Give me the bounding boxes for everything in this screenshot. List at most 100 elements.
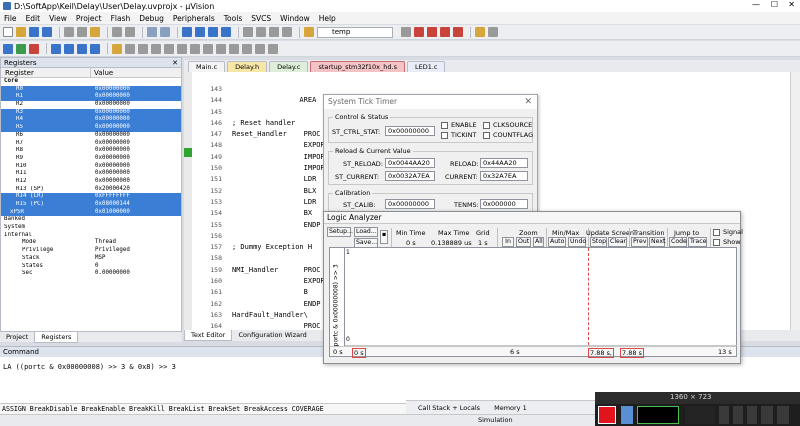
- register-value[interactable]: 0x00000000: [91, 116, 181, 124]
- register-value[interactable]: [91, 78, 181, 86]
- code-button[interactable]: Code: [669, 237, 687, 247]
- pen-icon[interactable]: [761, 406, 773, 424]
- stop-button[interactable]: Stop: [590, 237, 607, 247]
- menu-tools[interactable]: Tools: [224, 14, 242, 23]
- tab-registers[interactable]: Registers: [34, 331, 79, 343]
- menu-flash[interactable]: Flash: [111, 14, 131, 23]
- register-row[interactable]: R14 (LR) 0xFFFFFFFF: [1, 193, 181, 201]
- register-row[interactable]: R2 0x00000000: [1, 101, 181, 109]
- run-icon[interactable]: [16, 43, 26, 54]
- menu-peripherals[interactable]: Peripherals: [173, 14, 215, 23]
- current-input[interactable]: 0x32A7EA: [480, 171, 528, 181]
- register-value[interactable]: 0x00000000: [91, 147, 181, 155]
- register-row[interactable]: Privilege Privileged: [1, 247, 181, 255]
- trace-icon[interactable]: [242, 43, 252, 54]
- register-value[interactable]: 0.00000000: [91, 270, 181, 278]
- tab-project[interactable]: Project: [0, 332, 34, 343]
- register-value[interactable]: 0x00000000: [91, 93, 181, 101]
- callstack-icon[interactable]: [177, 43, 187, 54]
- register-value[interactable]: 0xFFFFFFFF: [91, 193, 181, 201]
- open-icon[interactable]: [16, 27, 26, 37]
- bookmark-prev-icon[interactable]: [195, 27, 205, 37]
- register-value[interactable]: 0x00000000: [91, 101, 181, 109]
- toolbox-icon[interactable]: [268, 43, 278, 54]
- register-row[interactable]: xPSR 0x01000000: [1, 208, 181, 217]
- tab-callstack[interactable]: Call Stack + Locals: [406, 404, 480, 412]
- breakpoint-kill-icon[interactable]: [453, 27, 463, 37]
- disassembly-icon[interactable]: [138, 43, 148, 54]
- register-row[interactable]: R13 (SP) 0x20000420: [1, 186, 181, 194]
- register-row[interactable]: R6 0x00000000: [1, 132, 181, 140]
- tab-text-editor[interactable]: Text Editor: [184, 330, 233, 341]
- tickint-checkbox[interactable]: [441, 132, 448, 139]
- register-value[interactable]: [91, 216, 181, 224]
- editor-scrollbar[interactable]: [790, 72, 800, 330]
- register-value[interactable]: MSP: [91, 255, 181, 263]
- find-icon[interactable]: [401, 27, 411, 37]
- st-current-input[interactable]: 0x0032A7EA: [385, 171, 435, 181]
- st-reload-input[interactable]: 0x0044AA20: [385, 158, 435, 168]
- register-row[interactable]: R4 0x00000000: [1, 116, 181, 125]
- settings-icon[interactable]: [777, 406, 789, 424]
- register-row[interactable]: R5 0x00000000: [1, 124, 181, 132]
- run-to-cursor-icon[interactable]: [90, 43, 100, 54]
- auto-button[interactable]: Auto: [548, 237, 566, 247]
- register-value[interactable]: 0x00000000: [91, 132, 181, 140]
- next-button[interactable]: Next: [649, 237, 665, 247]
- register-value[interactable]: 0x00000000: [91, 140, 181, 148]
- countflag-checkbox[interactable]: [483, 132, 490, 139]
- register-value[interactable]: 0: [91, 263, 181, 271]
- nav-forward-icon[interactable]: [160, 27, 170, 37]
- register-value[interactable]: 0x00000000: [91, 178, 181, 186]
- register-row[interactable]: Internal: [1, 232, 181, 240]
- zoom-in-button[interactable]: In: [502, 237, 514, 247]
- breakpoint-disable-icon[interactable]: [440, 27, 450, 37]
- register-row[interactable]: R3 0x00000000: [1, 108, 181, 117]
- register-row[interactable]: R0 0x00000000: [1, 85, 181, 94]
- register-row[interactable]: Sec 0.00000000: [1, 270, 181, 278]
- prev-button[interactable]: Prev: [631, 237, 648, 247]
- show-next-statement-icon[interactable]: [112, 43, 122, 54]
- analysis-icon[interactable]: [229, 43, 239, 54]
- tab-delay-c[interactable]: Delay.c: [269, 61, 309, 72]
- register-row[interactable]: R7 0x00000000: [1, 140, 181, 148]
- symbols-icon[interactable]: [151, 43, 161, 54]
- maximize-icon[interactable]: ☐: [771, 0, 778, 9]
- tab-delay-h[interactable]: Delay.h: [227, 61, 268, 72]
- find-combo[interactable]: temp: [317, 26, 393, 38]
- cut-icon[interactable]: [64, 27, 74, 37]
- logic-plot-area[interactable]: (portc & 0x00000008) >> 3 1 0 0 s 0 s 6 …: [329, 247, 737, 358]
- tab-main-c[interactable]: Main.c: [188, 61, 226, 72]
- minimize-icon[interactable]: —: [752, 0, 760, 9]
- enable-checkbox[interactable]: [441, 122, 448, 129]
- register-row[interactable]: Banked: [1, 216, 181, 224]
- systick-close-icon[interactable]: ✕: [524, 97, 532, 107]
- clear-button[interactable]: Clear: [608, 237, 627, 247]
- record-stop-icon[interactable]: [598, 406, 616, 424]
- close-icon[interactable]: ✕: [788, 0, 795, 9]
- register-row[interactable]: R12 0x00000000: [1, 178, 181, 186]
- register-value[interactable]: 0x00000000: [91, 163, 181, 171]
- menu-edit[interactable]: Edit: [26, 14, 41, 23]
- register-value[interactable]: 0x20000420: [91, 186, 181, 194]
- window-layout-icon[interactable]: [475, 27, 485, 37]
- register-value[interactable]: 0x01000000: [91, 209, 181, 217]
- menu-file[interactable]: File: [4, 14, 17, 23]
- st-calib-input[interactable]: 0x00000000: [385, 199, 435, 209]
- tab-startup[interactable]: startup_stm32f10x_hd.s: [310, 61, 405, 72]
- memory-icon[interactable]: [203, 43, 213, 54]
- register-row[interactable]: R1 0x00000000: [1, 93, 181, 102]
- copy-icon[interactable]: [77, 27, 87, 37]
- menu-project[interactable]: Project: [76, 14, 102, 23]
- command-window-icon[interactable]: [125, 43, 135, 54]
- system-viewer-icon[interactable]: [255, 43, 265, 54]
- save-all-icon[interactable]: [42, 27, 52, 37]
- bookmark-next-icon[interactable]: [208, 27, 218, 37]
- trace-button[interactable]: Trace: [688, 237, 707, 247]
- reset-icon[interactable]: [3, 43, 13, 54]
- menu-window[interactable]: Window: [280, 14, 310, 23]
- step-over-icon[interactable]: [64, 43, 74, 54]
- register-row[interactable]: R11 0x00000000: [1, 170, 181, 178]
- uncomment-icon[interactable]: [282, 27, 292, 37]
- reload-input[interactable]: 0x44AA20: [480, 158, 528, 168]
